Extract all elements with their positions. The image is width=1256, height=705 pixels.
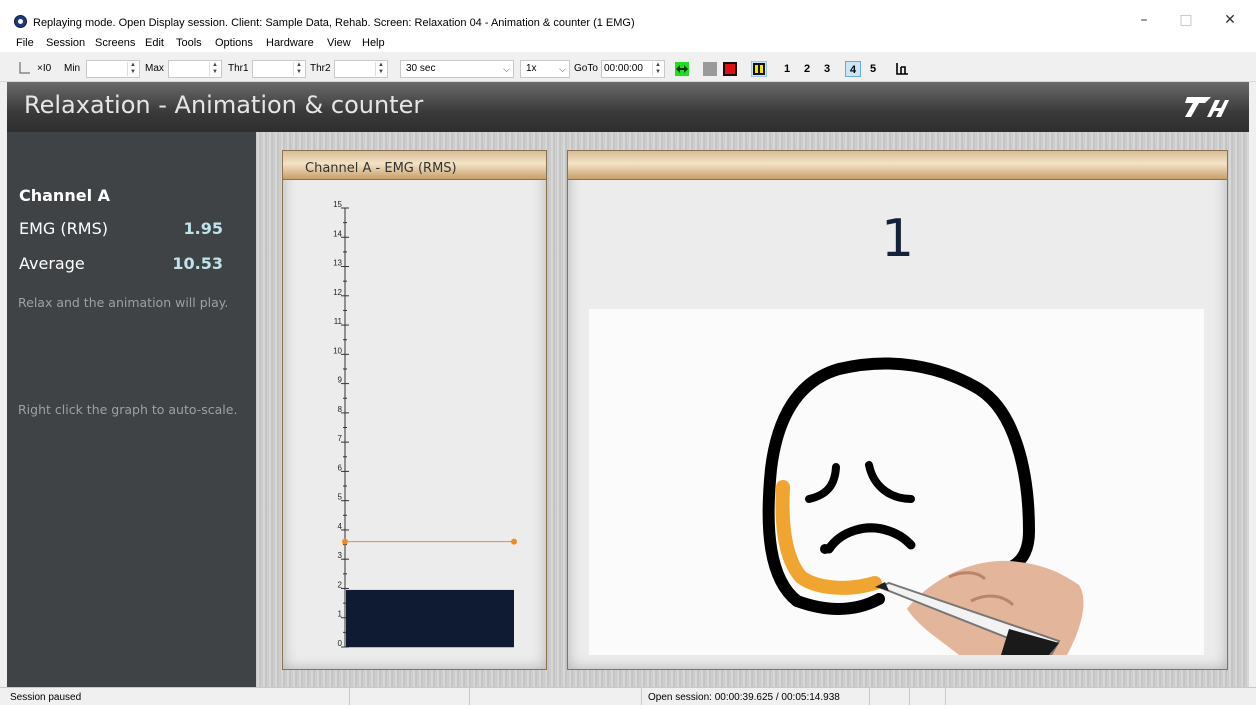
goto-time-value: 00:00:00 [604, 63, 643, 74]
graph-panel-header: Channel A - EMG (RMS) [283, 151, 546, 180]
y-tick-label: 12 [333, 288, 342, 297]
status-bar: Session paused Open session: 00:00:39.62… [0, 687, 1256, 705]
title-bar: Replaying mode. Open Display session. Cl… [0, 0, 1256, 34]
min-label: Min [64, 63, 81, 74]
max-label: Max [145, 63, 164, 74]
sad-face-drawing-icon [762, 357, 1084, 655]
y-tick-label: 9 [338, 376, 343, 385]
screen-header: Relaxation - Animation & counter [7, 82, 1249, 132]
screen-4-button[interactable]: 4 [845, 61, 861, 77]
status-segment-5 [870, 688, 910, 705]
y-tick-label: 14 [333, 229, 342, 238]
screen-title: Relaxation - Animation & counter [24, 91, 424, 119]
goto-label: GoTo [574, 63, 598, 74]
chevron-down-icon: ⌵ [559, 64, 566, 74]
y-tick-label: 3 [338, 551, 343, 560]
maximize-button[interactable]: □ [1166, 8, 1206, 32]
channel-info-panel: Channel A EMG (RMS) 1.95 Average 10.53 R… [7, 132, 256, 687]
max-spinner[interactable]: ▲ ▼ [168, 60, 222, 78]
min-spinner[interactable]: ▲ ▼ [86, 60, 140, 78]
threshold-handle-left [342, 538, 348, 545]
emg-bar [346, 589, 514, 647]
goto-time-input[interactable]: 00:00:00 ▲ ▼ [601, 60, 665, 78]
screen-5-button[interactable]: 5 [865, 61, 881, 77]
relaxation-counter: 1 [880, 209, 915, 269]
screen-1-button[interactable]: 1 [779, 61, 795, 77]
y-tick-label: 13 [333, 259, 342, 268]
menu-tools[interactable]: Tools [176, 37, 202, 49]
window-title: Replaying mode. Open Display session. Cl… [33, 17, 635, 29]
screen-2-button[interactable]: 2 [799, 61, 815, 77]
y-tick-label: 2 [338, 580, 343, 589]
axes-icon[interactable] [18, 62, 30, 74]
menu-session[interactable]: Session [46, 37, 85, 49]
stop-icon[interactable] [723, 62, 737, 76]
emg-rms-value: 1.95 [183, 219, 223, 238]
y-tick-label: 0 [338, 639, 343, 648]
graph-panel-title: Channel A - EMG (RMS) [305, 161, 457, 176]
menu-view[interactable]: View [327, 37, 351, 49]
emg-bar-chart[interactable]: 0123456789101112131415 [283, 180, 546, 669]
app-logo-icon [14, 15, 27, 28]
speed-select[interactable]: 1x ⌵ [520, 60, 570, 78]
animation-panel-header [568, 151, 1227, 180]
status-segment-3 [470, 688, 642, 705]
thr1-label: Thr1 [228, 63, 249, 74]
status-segment-2 [350, 688, 470, 705]
graph-panel: Channel A - EMG (RMS) 0 1 2 3 4 5 6 7 8 9 10 11 12 13… [282, 150, 547, 670]
y-tick-label: 6 [338, 463, 343, 472]
channel-title: Channel A [19, 186, 110, 205]
pause-icon[interactable] [751, 61, 767, 77]
relax-hint: Relax and the animation will play. [18, 295, 229, 310]
average-value: 10.53 [172, 254, 223, 273]
menu-bar: File Session Screens Edit Tools Options … [0, 34, 1256, 52]
screen-3-button[interactable]: 3 [819, 61, 835, 77]
zoom-label[interactable]: ×I0 [37, 63, 51, 74]
layout-icon[interactable] [895, 63, 909, 75]
record-disabled-icon[interactable] [703, 62, 717, 76]
timebase-select[interactable]: 30 sec ⌵ [400, 60, 514, 78]
y-tick-label: 1 [338, 610, 343, 619]
y-tick-label: 7 [338, 434, 343, 443]
close-button[interactable]: ✕ [1210, 8, 1250, 32]
thr2-label: Thr2 [310, 63, 331, 74]
emg-rms-label: EMG (RMS) [19, 219, 108, 238]
average-label: Average [19, 254, 85, 273]
menu-help[interactable]: Help [362, 37, 385, 49]
y-tick-label: 8 [338, 405, 343, 414]
session-time: Open session: 00:00:39.625 / 00:05:14.93… [648, 692, 840, 703]
timebase-value: 30 sec [406, 63, 436, 74]
menu-screens[interactable]: Screens [95, 37, 135, 49]
app-window: Replaying mode. Open Display session. Cl… [0, 0, 1256, 705]
threshold-handle-right [511, 538, 517, 545]
y-tick-label: 15 [333, 200, 342, 209]
fit-width-icon[interactable] [675, 62, 689, 76]
minimize-button[interactable]: – [1124, 8, 1164, 32]
menu-hardware[interactable]: Hardware [266, 37, 314, 49]
y-tick-label: 4 [338, 522, 343, 531]
y-tick-label: 5 [338, 493, 343, 502]
chevron-down-icon: ⌵ [503, 64, 510, 74]
animation-view [589, 309, 1204, 655]
toolbar: ×I0 Min ▲ ▼ Max ▲ ▼ Thr1 ▲ ▼ Thr2 ▲ ▼ 30 sec… [0, 55, 1256, 82]
y-tick-label: 11 [334, 317, 343, 326]
brand-logo-icon [1185, 97, 1229, 117]
menu-file[interactable]: File [16, 37, 34, 49]
status-segment-6 [910, 688, 946, 705]
thr1-spinner[interactable]: ▲ ▼ [252, 60, 306, 78]
menu-edit[interactable]: Edit [145, 37, 164, 49]
y-tick-label: 10 [333, 346, 342, 355]
session-status: Session paused [10, 692, 82, 703]
autoscale-hint: Right click the graph to auto-scale. [18, 402, 238, 417]
thr2-spinner[interactable]: ▲ ▼ [334, 60, 388, 78]
animation-panel: 1 [567, 150, 1228, 670]
menu-options[interactable]: Options [215, 37, 253, 49]
speed-value: 1x [526, 63, 537, 74]
